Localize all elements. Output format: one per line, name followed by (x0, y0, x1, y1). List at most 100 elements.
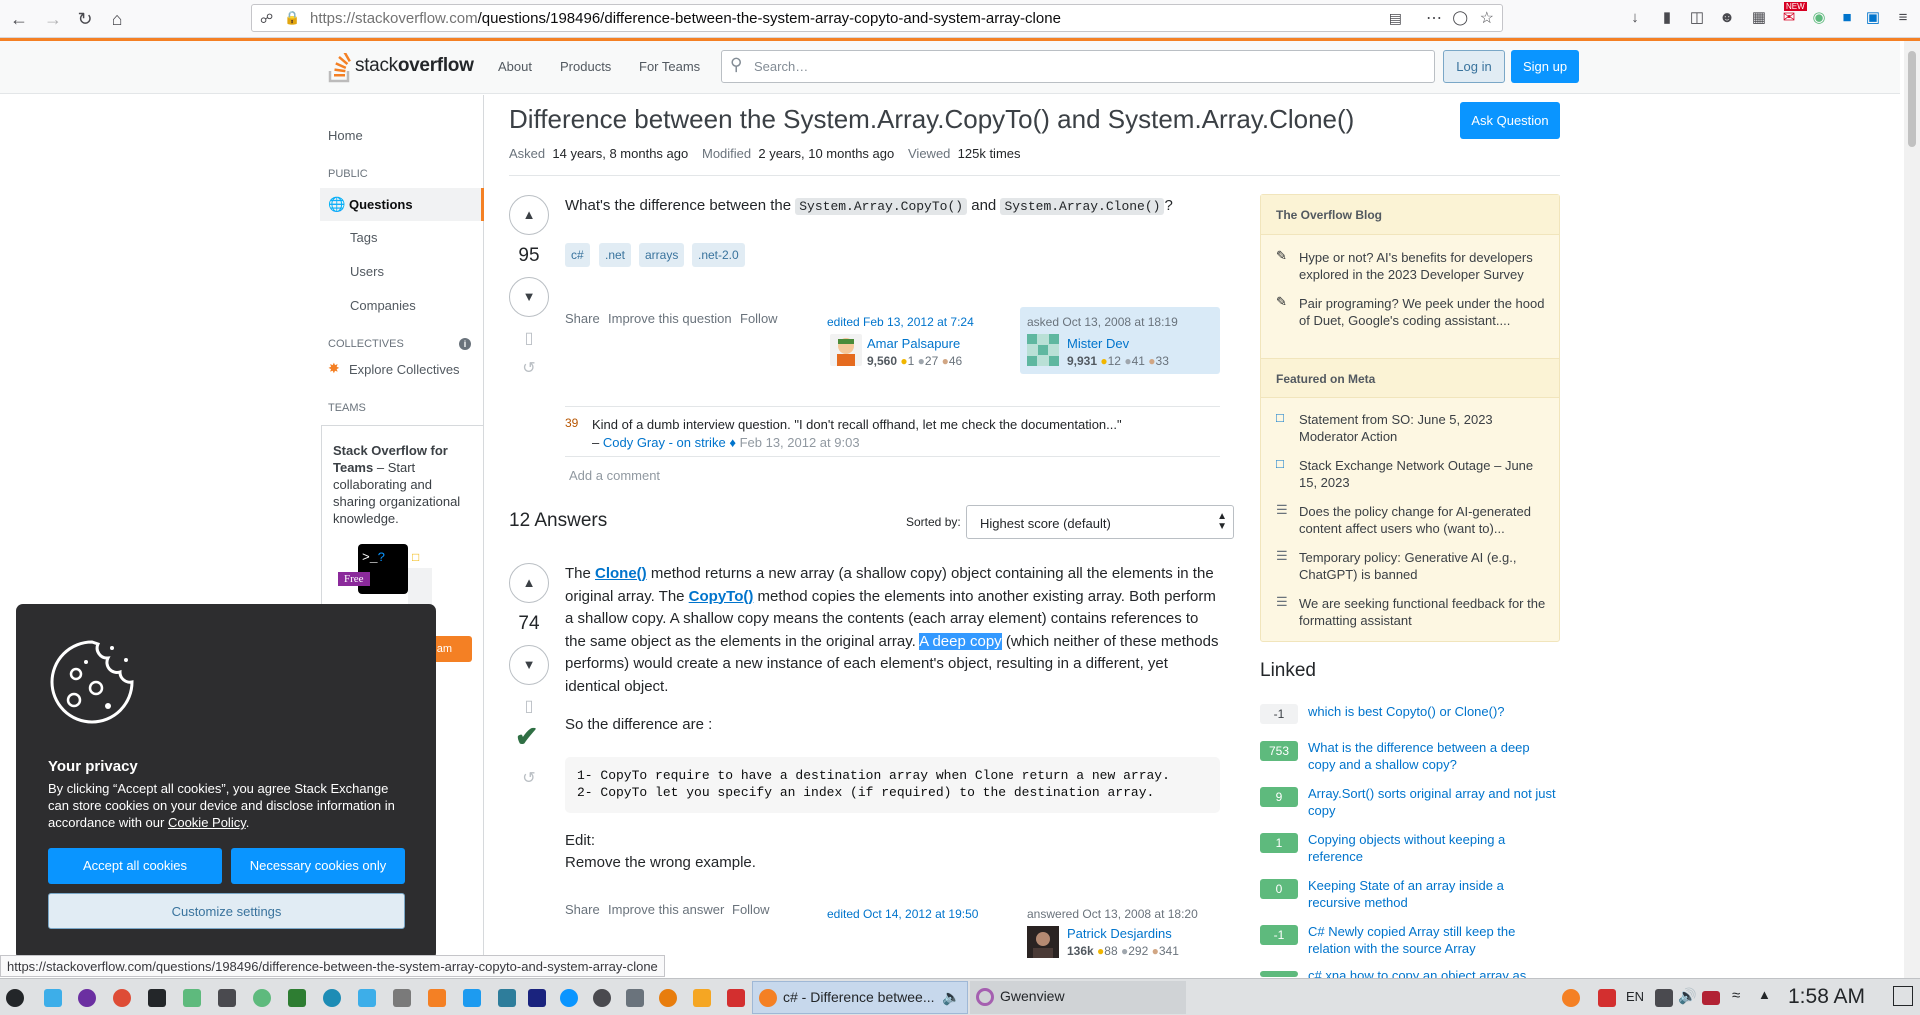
linked-score[interactable]: 1 (1260, 833, 1298, 853)
app-spreadsheet-icon[interactable] (288, 989, 306, 1007)
library-icon[interactable]: ▮ (1657, 8, 1677, 28)
logo-wordmark[interactable]: stackoverflow (355, 55, 474, 77)
meta-item[interactable]: Temporary policy: Generative AI (e.g., C… (1299, 549, 1549, 583)
cookie-policy-link[interactable]: Cookie Policy (168, 815, 246, 830)
accept-all-cookies-button[interactable]: Accept all cookies (48, 848, 222, 884)
linked-question[interactable]: Array.Sort() sorts original array and no… (1308, 785, 1558, 819)
extension-green-icon[interactable]: ◉ (1809, 8, 1829, 28)
linked-score[interactable]: -1 (1260, 704, 1298, 724)
keyboard-layout[interactable]: EN (1626, 989, 1644, 1004)
reload-icon[interactable]: ↻ (72, 6, 98, 32)
app-tool-icon[interactable] (626, 989, 644, 1007)
lock-icon[interactable]: 🔒 (284, 10, 300, 26)
show-desktop-icon[interactable] (1893, 986, 1913, 1006)
answer-history-icon[interactable]: ↺ (519, 768, 539, 788)
app-code-icon[interactable] (498, 989, 516, 1007)
sidebar-item-home[interactable]: Home (328, 128, 363, 143)
asker-name[interactable]: Mister Dev (1067, 336, 1129, 351)
app-editor-icon[interactable] (358, 989, 376, 1007)
vlc-icon[interactable] (693, 989, 711, 1007)
linked-question[interactable]: Keeping State of an array inside a recur… (1308, 877, 1558, 911)
forward-icon[interactable]: → (40, 6, 66, 32)
upvote-button[interactable]: ▲ (509, 195, 549, 235)
copyto-link[interactable]: CopyTo() (689, 588, 754, 605)
sidebar-item-companies[interactable]: Companies (350, 298, 416, 313)
search-box[interactable]: ⚲ (721, 50, 1435, 83)
linked-question[interactable]: c# xna how to copy an object array as (1308, 967, 1558, 978)
task-firefox[interactable]: c# - Difference betwee... 🔈 (752, 981, 968, 1014)
app-green-icon[interactable] (253, 989, 271, 1007)
extension-save-icon[interactable]: ▦ (1749, 8, 1769, 28)
answerer-name[interactable]: Patrick Desjardins (1067, 926, 1172, 941)
sidebar-item-questions[interactable]: 🌐 Questions (320, 188, 484, 221)
console-icon[interactable] (218, 989, 236, 1007)
tray-expand-icon[interactable]: ▲ (1758, 987, 1771, 1002)
wifi-icon[interactable]: ≈ (1732, 987, 1740, 1004)
pdf-icon[interactable]: ▣ (1863, 8, 1883, 28)
info-icon[interactable]: i (459, 338, 471, 350)
bookmark-icon[interactable]: ▯ (519, 328, 539, 348)
answer-bookmark-icon[interactable]: ▯ (519, 696, 539, 716)
answer-edited-time[interactable]: edited Oct 14, 2012 at 19:50 (827, 907, 978, 921)
linked-score[interactable]: -1 (1260, 925, 1298, 945)
linked-question[interactable]: Copying objects without keeping a refere… (1308, 831, 1558, 865)
signup-button[interactable]: Sign up (1511, 50, 1579, 83)
clock[interactable]: 1:58 AM (1788, 985, 1865, 1009)
edited-time[interactable]: edited Feb 13, 2012 at 7:24 (827, 315, 974, 329)
blender-icon[interactable] (659, 989, 677, 1007)
app-chat-icon[interactable] (560, 989, 578, 1007)
linked-question[interactable]: What is the difference between a deep co… (1308, 739, 1558, 773)
tag-arrays[interactable]: arrays (639, 243, 685, 267)
meta-item[interactable]: We are seeking functional feedback for t… (1299, 595, 1549, 629)
sidebar-item-users[interactable]: Users (350, 264, 384, 279)
answer-share-link[interactable]: Share (565, 902, 600, 917)
meta-item[interactable]: Does the policy change for AI-generated … (1299, 503, 1549, 537)
linked-score[interactable]: 753 (1260, 741, 1298, 761)
answer-downvote-button[interactable]: ▼ (509, 645, 549, 685)
volume-icon[interactable]: 🔊 (1678, 987, 1697, 1005)
customize-settings-button[interactable]: Customize settings (48, 893, 405, 929)
answer-follow-link[interactable]: Follow (732, 902, 770, 917)
more-actions-icon[interactable]: ⋯ (1426, 8, 1442, 28)
follow-link[interactable]: Follow (740, 311, 778, 326)
sort-select[interactable]: Highest score (default) ▲ ▼ (966, 505, 1234, 539)
chrome-icon[interactable] (113, 989, 131, 1007)
history-icon[interactable]: ↺ (519, 358, 539, 378)
blog-item[interactable]: Pair programing? We peek under the hood … (1299, 295, 1549, 329)
improve-question-link[interactable]: Improve this question (608, 311, 732, 326)
page-scrollbar[interactable] (1904, 41, 1920, 978)
asker-avatar[interactable] (1027, 334, 1059, 366)
app-red-icon[interactable] (727, 989, 745, 1007)
app-gray-icon[interactable] (393, 989, 411, 1007)
app-launcher-icon[interactable] (6, 989, 24, 1007)
nav-products[interactable]: Products (560, 59, 611, 74)
pocket-icon[interactable]: ◯ (1452, 9, 1468, 26)
headphones-icon[interactable] (593, 989, 611, 1007)
question-title[interactable]: Difference between the System.Array.Copy… (509, 104, 1354, 135)
app-browser-icon[interactable] (463, 989, 481, 1007)
linked-score[interactable]: 9 (1260, 787, 1298, 807)
file-manager-icon[interactable] (44, 989, 62, 1007)
app-blue-icon[interactable] (323, 989, 341, 1007)
scrollbar-thumb[interactable] (1908, 51, 1916, 147)
clone-link[interactable]: Clone() (595, 565, 647, 582)
nav-for-teams[interactable]: For Teams (639, 59, 700, 74)
extension-new-icon[interactable]: ✉ (1779, 8, 1799, 28)
stackoverflow-logo-icon[interactable] (327, 53, 353, 83)
downvote-button[interactable]: ▼ (509, 277, 549, 317)
tag-dotnet[interactable]: .net (599, 243, 632, 267)
terminal-icon[interactable] (148, 989, 166, 1007)
search-input[interactable] (754, 59, 1414, 74)
nav-about[interactable]: About (498, 59, 532, 74)
sidebar-item-tags[interactable]: Tags (350, 230, 377, 245)
us-flag-icon[interactable] (1702, 991, 1720, 1005)
editor-name[interactable]: Amar Palsapure (867, 336, 960, 351)
image-viewer-icon[interactable] (183, 989, 201, 1007)
extension-blue-icon[interactable]: ■ (1837, 8, 1857, 28)
home-icon[interactable]: ⌂ (104, 6, 130, 32)
app-dark-icon[interactable] (528, 989, 546, 1007)
account-icon[interactable]: ☻ (1717, 8, 1737, 28)
sidebar-icon[interactable]: ◫ (1687, 8, 1707, 28)
meta-item[interactable]: Stack Exchange Network Outage – June 15,… (1299, 457, 1549, 491)
editor-avatar[interactable] (830, 334, 862, 366)
